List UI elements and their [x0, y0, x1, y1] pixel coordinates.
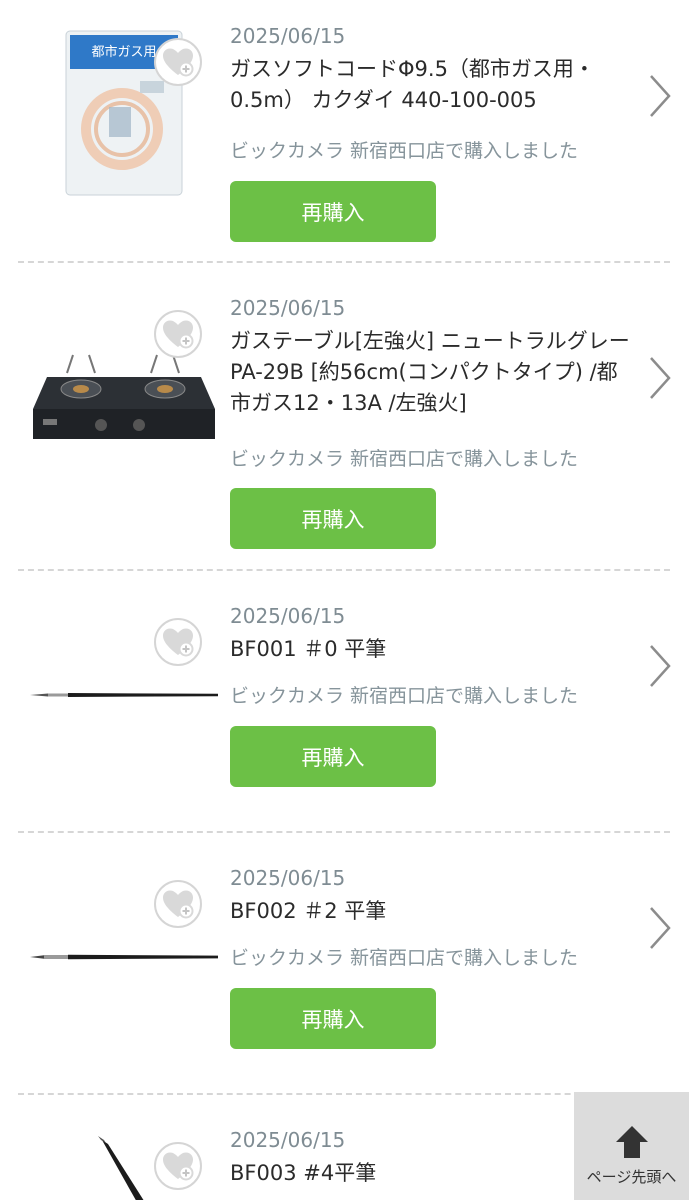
- product-title[interactable]: BF003 #4平筆: [230, 1158, 630, 1189]
- favorite-button[interactable]: [154, 880, 202, 928]
- rebuy-button[interactable]: 再購入: [230, 988, 436, 1049]
- heart-plus-icon: [163, 1152, 194, 1181]
- chevron-right-icon[interactable]: [646, 355, 674, 401]
- purchase-date: 2025/06/15: [230, 296, 346, 320]
- purchase-item: 2025/06/15 BF001 ＃0 平筆 ビックカメラ 新宿西口店で購入しま…: [0, 570, 689, 832]
- product-title[interactable]: ガスソフトコードΦ9.5（都市ガス用・0.5m） カクダイ 440-100-00…: [230, 54, 630, 116]
- back-to-top-label: ページ先頭へ: [586, 1168, 677, 1186]
- back-to-top-button[interactable]: ページ先頭へ: [574, 1092, 689, 1200]
- store-info: ビックカメラ 新宿西口店で購入しました: [230, 685, 579, 707]
- svg-text:都市ガス用: 都市ガス用: [91, 44, 156, 60]
- favorite-button[interactable]: [154, 38, 202, 86]
- rebuy-button[interactable]: 再購入: [230, 181, 436, 242]
- chevron-right-icon[interactable]: [646, 643, 674, 689]
- favorite-button[interactable]: [154, 1142, 202, 1190]
- purchase-date: 2025/06/15: [230, 866, 346, 890]
- rebuy-button[interactable]: 再購入: [230, 488, 436, 549]
- purchase-date: 2025/06/15: [230, 604, 346, 628]
- arrow-up-icon: [615, 1126, 648, 1158]
- heart-plus-icon: [163, 890, 194, 919]
- purchase-item: 2025/06/15 ガステーブル[左強火] ニュートラルグレー PA-29B …: [0, 262, 689, 570]
- brush-image: [30, 693, 218, 697]
- purchase-item: 都市ガス用 2025/06/15 ガスソフトコードΦ9.5（都市ガス用・0.5m…: [0, 0, 689, 262]
- brush-image: [30, 954, 218, 960]
- purchase-item: 2025/06/15 BF002 ＃2 平筆 ビックカメラ 新宿西口店で購入しま…: [0, 832, 689, 1094]
- heart-plus-icon: [163, 320, 194, 349]
- store-info: ビックカメラ 新宿西口店で購入しました: [230, 448, 579, 470]
- heart-plus-icon: [163, 48, 194, 77]
- rebuy-button[interactable]: 再購入: [230, 726, 436, 787]
- store-info: ビックカメラ 新宿西口店で購入しました: [230, 140, 579, 162]
- heart-plus-icon: [163, 628, 194, 657]
- chevron-right-icon[interactable]: [646, 905, 674, 951]
- product-title[interactable]: BF002 ＃2 平筆: [230, 896, 630, 927]
- product-title[interactable]: ガステーブル[左強火] ニュートラルグレー PA-29B [約56cm(コンパク…: [230, 326, 630, 419]
- chevron-right-icon[interactable]: [646, 73, 674, 119]
- purchase-date: 2025/06/15: [230, 24, 346, 48]
- favorite-button[interactable]: [154, 618, 202, 666]
- favorite-button[interactable]: [154, 310, 202, 358]
- purchase-date: 2025/06/15: [230, 1128, 346, 1152]
- store-info: ビックカメラ 新宿西口店で購入しました: [230, 947, 579, 969]
- product-title[interactable]: BF001 ＃0 平筆: [230, 634, 630, 665]
